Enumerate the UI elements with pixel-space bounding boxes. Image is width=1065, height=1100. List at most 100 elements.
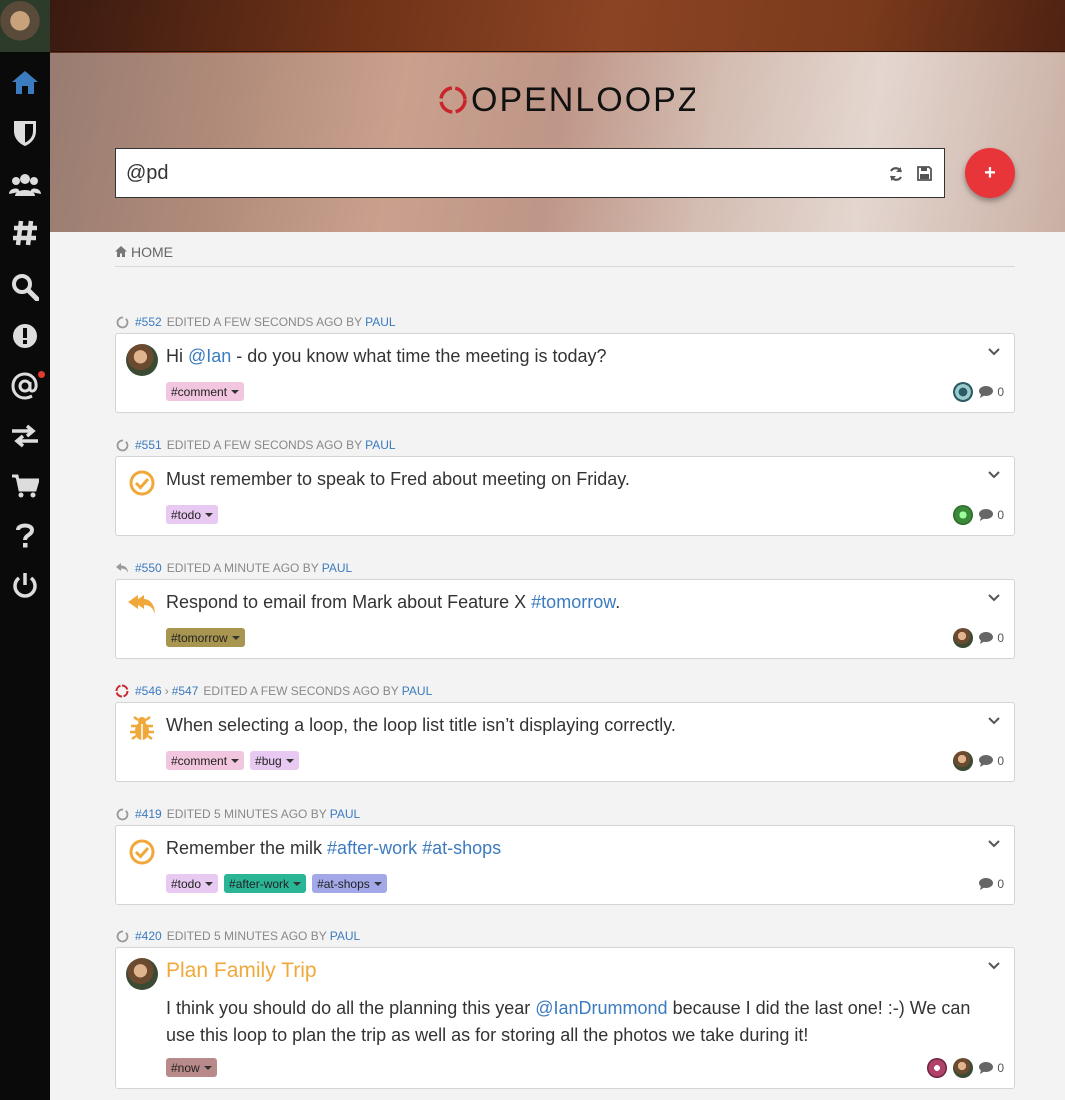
loop-id-link[interactable]: #551 xyxy=(135,438,162,452)
member-avatar[interactable] xyxy=(953,751,974,771)
nav-home[interactable] xyxy=(0,62,50,102)
loop-title: Plan Family Trip xyxy=(166,959,317,982)
bug-icon[interactable] xyxy=(126,713,158,745)
member-avatar[interactable] xyxy=(953,382,974,402)
help-icon xyxy=(16,523,35,548)
loop-text: Respond to email from Mark about Feature… xyxy=(166,592,621,612)
header-banner: OPENLOOPZ + xyxy=(50,0,1065,232)
home-icon xyxy=(12,71,38,94)
chevron-down-icon[interactable] xyxy=(988,962,1000,970)
add-loop-button[interactable]: + xyxy=(965,148,1015,198)
child-loop-id-link[interactable]: #547 xyxy=(172,684,199,698)
refresh-icon[interactable] xyxy=(888,166,904,182)
mention-link[interactable]: @Ian xyxy=(188,346,231,366)
loop-id-link[interactable]: #546 xyxy=(135,684,162,698)
comment-count[interactable]: 0 xyxy=(979,877,1004,891)
author-avatar xyxy=(126,958,158,990)
chevron-down-icon[interactable] xyxy=(988,717,1000,725)
comment-count[interactable]: 0 xyxy=(979,385,1004,399)
nav-alerts[interactable] xyxy=(0,316,50,356)
comment-count[interactable]: 0 xyxy=(979,754,1004,768)
nav-shield[interactable] xyxy=(0,113,50,153)
status-open-icon xyxy=(115,929,129,943)
tag-list: #todo xyxy=(166,505,219,524)
hashtag-link[interactable]: #tomorrow xyxy=(531,592,615,612)
cart-icon xyxy=(12,474,39,498)
loop-footer: 0 xyxy=(927,1058,1004,1078)
chevron-down-icon[interactable] xyxy=(988,594,1000,602)
chevron-down-icon[interactable] xyxy=(988,471,1000,479)
loop-id-link[interactable]: #552 xyxy=(135,315,162,329)
loop-id-link[interactable]: #419 xyxy=(135,807,162,821)
loop-author-link[interactable]: PAUL xyxy=(330,929,360,943)
loop-text: Hi @Ian - do you know what time the meet… xyxy=(166,346,607,366)
tag-list: #comment #bug xyxy=(166,751,299,770)
loop-id-link[interactable]: #550 xyxy=(135,561,162,575)
loop-card[interactable]: Respond to email from Mark about Feature… xyxy=(115,579,1015,659)
loop-id-link[interactable]: #420 xyxy=(135,929,162,943)
status-open-icon xyxy=(115,315,129,329)
loop-body: I think you should do all the planning t… xyxy=(166,998,971,1045)
tag-comment[interactable]: #comment xyxy=(166,751,245,770)
loop-author-link[interactable]: PAUL xyxy=(322,561,352,575)
nav-exchange[interactable] xyxy=(0,416,50,456)
loop-footer: 0 xyxy=(953,505,1004,525)
home-icon xyxy=(115,246,127,257)
loop-card[interactable]: Plan Family Trip I think you should do a… xyxy=(115,947,1015,1089)
mention-link[interactable]: @IanDrummond xyxy=(535,998,667,1018)
member-avatar[interactable] xyxy=(927,1058,948,1078)
chevron-down-icon[interactable] xyxy=(988,348,1000,356)
breadcrumb-home[interactable]: HOME xyxy=(131,244,173,260)
save-icon[interactable] xyxy=(917,166,932,181)
loop-card[interactable]: Remember the milk #after-work #at-shops … xyxy=(115,825,1015,905)
member-avatar[interactable] xyxy=(953,1058,974,1078)
loop-text: Must remember to speak to Fred about mee… xyxy=(166,469,630,489)
search-input[interactable] xyxy=(126,159,866,187)
member-avatar[interactable] xyxy=(953,628,974,648)
todo-check-icon[interactable] xyxy=(126,467,158,499)
tag-now[interactable]: #now xyxy=(166,1058,217,1077)
loop-edited-text: EDITED 5 MINUTES AGO BY xyxy=(166,807,327,821)
user-avatar[interactable] xyxy=(0,0,50,52)
breadcrumb: HOME xyxy=(115,244,1015,267)
nav-search[interactable] xyxy=(0,267,50,307)
comment-count[interactable]: 0 xyxy=(979,631,1004,645)
power-icon xyxy=(13,573,37,598)
tag-tomorrow[interactable]: #tomorrow xyxy=(166,628,245,647)
chevron-down-icon[interactable] xyxy=(988,840,1000,848)
loop-author-link[interactable]: PAUL xyxy=(365,315,395,329)
loop-card[interactable]: Must remember to speak to Fred about mee… xyxy=(115,456,1015,536)
loop-author-link[interactable]: PAUL xyxy=(365,438,395,452)
loop-card[interactable]: When selecting a loop, the loop list tit… xyxy=(115,702,1015,782)
todo-check-icon[interactable] xyxy=(126,836,158,868)
nav-tags[interactable] xyxy=(0,213,50,253)
tag-at-shops[interactable]: #at-shops xyxy=(312,874,387,893)
tag-list: #now xyxy=(166,1058,217,1077)
comment-icon xyxy=(979,509,994,521)
status-open-icon xyxy=(115,438,129,452)
status-ring-icon xyxy=(115,684,129,698)
nav-users[interactable] xyxy=(0,164,50,204)
alert-icon xyxy=(13,324,37,348)
nav-help[interactable] xyxy=(0,516,50,556)
tag-bug[interactable]: #bug xyxy=(250,751,299,770)
loop-card[interactable]: Hi @Ian - do you know what time the meet… xyxy=(115,333,1015,413)
tag-todo[interactable]: #todo xyxy=(166,505,219,524)
reply-all-icon[interactable] xyxy=(126,590,158,622)
loop-edited-text: EDITED A FEW SECONDS AGO BY xyxy=(166,438,363,452)
loop-author-link[interactable]: PAUL xyxy=(330,807,360,821)
tag-after-work[interactable]: #after-work xyxy=(224,874,307,893)
hashtag-icon xyxy=(13,220,37,246)
hashtag-link[interactable]: #after-work #at-shops xyxy=(327,838,501,858)
member-avatar[interactable] xyxy=(953,505,974,525)
loop-meta: #546 › #547 EDITED A FEW SECONDS AGO BY … xyxy=(115,683,432,699)
comment-icon xyxy=(979,1062,994,1074)
loop-author-link[interactable]: PAUL xyxy=(402,684,432,698)
tag-comment[interactable]: #comment xyxy=(166,382,245,401)
comment-count[interactable]: 0 xyxy=(979,1061,1004,1075)
nav-logout[interactable] xyxy=(0,565,50,605)
loop-meta: #550 EDITED A MINUTE AGO BY PAUL xyxy=(115,560,352,576)
nav-cart[interactable] xyxy=(0,466,50,506)
tag-todo[interactable]: #todo xyxy=(166,874,219,893)
comment-count[interactable]: 0 xyxy=(979,508,1004,522)
